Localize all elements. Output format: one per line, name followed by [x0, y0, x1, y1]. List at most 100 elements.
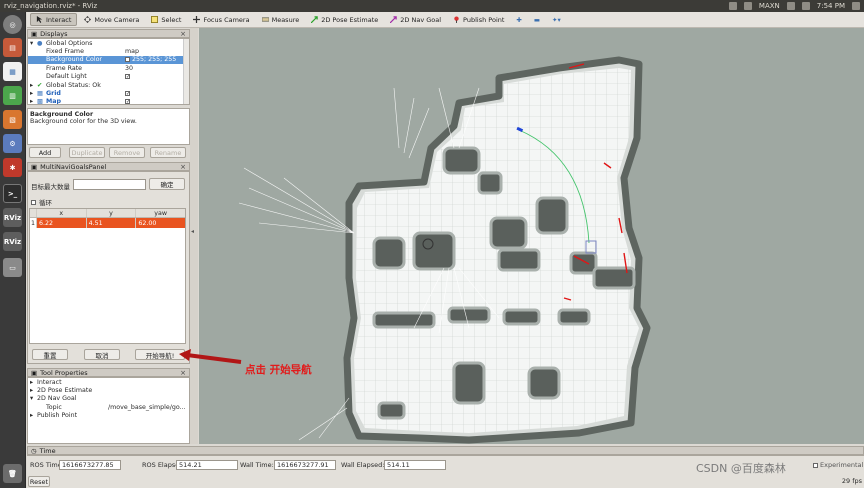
tool-row-2d-nav-goal[interactable]: ▾ 2D Nav Goal [28, 395, 189, 403]
tool-menu-button[interactable]: ✦▾ [547, 13, 566, 26]
displays-scrollbar[interactable] [183, 39, 189, 104]
add-tool-button[interactable]: ✚ [511, 13, 526, 26]
tool-row-publish-point[interactable]: ▸ Publish Point [28, 412, 189, 420]
wall-elapsed-field[interactable]: 514.11 [384, 460, 446, 470]
terminal-icon[interactable]: >_ [3, 184, 22, 203]
expand-arrow-icon[interactable]: ▸ [30, 98, 33, 104]
map-checkbox[interactable]: ✓ [125, 99, 130, 104]
color-swatch[interactable] [125, 57, 130, 63]
expand-arrow-icon[interactable]: ▸ [30, 90, 33, 97]
expand-arrow-icon[interactable]: ▸ [30, 379, 33, 386]
tree-row-fixed-frame[interactable]: Fixed Frame map [28, 47, 189, 55]
tool-row-topic[interactable]: Topic/move_base_simple/go... [28, 403, 189, 411]
panel-icon: ▣ [31, 162, 38, 171]
cell-x[interactable]: 6.22 [36, 218, 87, 228]
ros-elapsed-field[interactable]: 514.21 [176, 460, 238, 470]
tool-row-2d-pose[interactable]: ▸ 2D Pose Estimate [28, 386, 189, 394]
cell-y[interactable]: 4.51 [86, 218, 137, 228]
tree-row-default-light[interactable]: Default Light ✓ [28, 73, 189, 81]
tool-2d-nav-goal[interactable]: 2D Nav Goal [385, 13, 446, 26]
expand-arrow-icon[interactable]: ▸ [30, 82, 33, 89]
table-row[interactable]: 1 6.22 4.51 62.00 [30, 218, 186, 228]
window-title: rviz_navigation.rviz* - RViz [4, 2, 98, 10]
document-icon[interactable]: ▦ [3, 62, 22, 81]
power-gear-icon[interactable] [852, 2, 860, 10]
cancel-button[interactable]: 取消 [84, 349, 120, 360]
tool-focus-camera[interactable]: Focus Camera [188, 13, 254, 26]
expand-arrow-icon[interactable]: ▾ [30, 395, 33, 402]
tree-row-grid[interactable]: ▸ ▦ Grid ✓ [28, 89, 189, 97]
wall-time-field[interactable]: 1616673277.91 [274, 460, 336, 470]
tool-properties-header: ▣ Tool Properties × [27, 368, 190, 377]
max-goals-input[interactable] [73, 179, 146, 190]
description-text: Background color for the 3D view. [30, 118, 137, 125]
remove-tool-button[interactable]: ▬ [529, 13, 545, 26]
system-top-panel: rviz_navigation.rviz* - RViz MAXN 7:54 P… [0, 0, 864, 12]
tool-publish-point[interactable]: Publish Point [448, 13, 509, 26]
ros-time-field[interactable]: 1616673277.85 [59, 460, 121, 470]
expand-arrow-icon[interactable]: ▸ [30, 412, 33, 419]
rviz-icon-2[interactable]: RViz [3, 232, 22, 251]
confirm-button[interactable]: 确定 [149, 178, 185, 190]
tool-interact[interactable]: Interact [30, 13, 78, 26]
expand-arrow-icon[interactable]: ▸ [30, 387, 33, 394]
network-icon[interactable] [743, 2, 752, 10]
tree-row-background-color[interactable]: Background Color 255; 255; 255 [28, 55, 189, 65]
tool-2d-pose-estimate[interactable]: 2D Pose Estimate [306, 13, 383, 26]
tool-properties-tree: ▸ Interact ▸ 2D Pose Estimate ▾ 2D Nav Goal… [27, 377, 190, 444]
experimental-option[interactable]: Experimental [813, 461, 863, 469]
wall-elapsed-label: Wall Elapsed: [341, 461, 385, 469]
grid-checkbox[interactable]: ✓ [125, 91, 130, 97]
map-render[interactable] [199, 28, 864, 444]
trash-icon[interactable]: 🗑 [3, 464, 22, 483]
rename-display-button[interactable]: Rename [150, 147, 186, 158]
tree-row-global-options[interactable]: ▾ ● Global Options [28, 39, 189, 47]
drive-icon[interactable]: ▭ [3, 258, 22, 277]
bluetooth-icon[interactable] [728, 2, 737, 10]
software-icon[interactable]: ⚙ [3, 134, 22, 153]
spreadsheet-icon[interactable]: ▥ [3, 86, 22, 105]
tool-select[interactable]: Select [146, 13, 186, 26]
rviz-icon[interactable]: RViz [3, 208, 22, 227]
column-header-yaw[interactable]: yaw [136, 209, 185, 217]
tool-measure[interactable]: Measure [257, 13, 305, 26]
unity-launcher: ◎ ▤ ▦ ▥ ▧ ⚙ ✱ >_ RViz RViz ▭ 🗑 [0, 12, 26, 488]
watermark: CSDN @百度森林 [696, 462, 786, 475]
close-icon[interactable]: × [180, 30, 186, 38]
tool-row-interact[interactable]: ▸ Interact [28, 378, 189, 386]
keyboard-icon[interactable] [786, 2, 795, 10]
loop-option[interactable]: 循环 [31, 197, 52, 207]
cell-yaw[interactable]: 62.00 [136, 218, 186, 228]
tree-row-frame-rate[interactable]: Frame Rate 30 [28, 64, 189, 72]
ime-indicator[interactable]: MAXN [759, 2, 780, 10]
remove-display-button[interactable]: Remove [109, 147, 145, 158]
files-icon[interactable]: ▤ [3, 38, 22, 57]
column-header-x[interactable]: x [37, 209, 87, 217]
close-icon[interactable]: × [180, 163, 186, 171]
fps-counter: 29 fps [841, 477, 862, 485]
3d-view[interactable] [199, 28, 864, 444]
clock[interactable]: 7:54 PM [817, 2, 845, 10]
property-description: Background Color Background color for th… [27, 108, 190, 145]
tree-row-global-status[interactable]: ▸ ✔ Global Status: Ok [28, 81, 189, 89]
reset-time-button[interactable]: Reset [28, 476, 50, 487]
column-header-y[interactable]: y [87, 209, 137, 217]
add-display-button[interactable]: Add [29, 147, 61, 158]
collapse-left-icon[interactable]: ◂ [191, 228, 194, 235]
volume-icon[interactable] [801, 2, 810, 10]
left-panel-splitter[interactable]: ◂ [190, 28, 198, 444]
reset-button[interactable]: 重置 [32, 349, 68, 360]
system-settings-icon[interactable]: ✱ [3, 158, 22, 177]
default-light-checkbox[interactable]: ✓ [125, 74, 130, 80]
plus-icon: ✚ [516, 15, 522, 24]
expand-arrow-icon[interactable]: ▾ [30, 40, 33, 47]
duplicate-display-button[interactable]: Duplicate [69, 147, 105, 158]
green-arrow-icon [311, 16, 318, 23]
loop-checkbox[interactable] [31, 199, 36, 205]
tree-row-map[interactable]: ▸ ▩ Map ✓ [28, 98, 189, 104]
presentation-icon[interactable]: ▧ [3, 110, 22, 129]
description-title: Background Color [30, 111, 94, 118]
tool-move-camera[interactable]: Move Camera [79, 13, 144, 26]
dash-icon[interactable]: ◎ [3, 15, 22, 34]
experimental-checkbox[interactable] [813, 462, 818, 468]
